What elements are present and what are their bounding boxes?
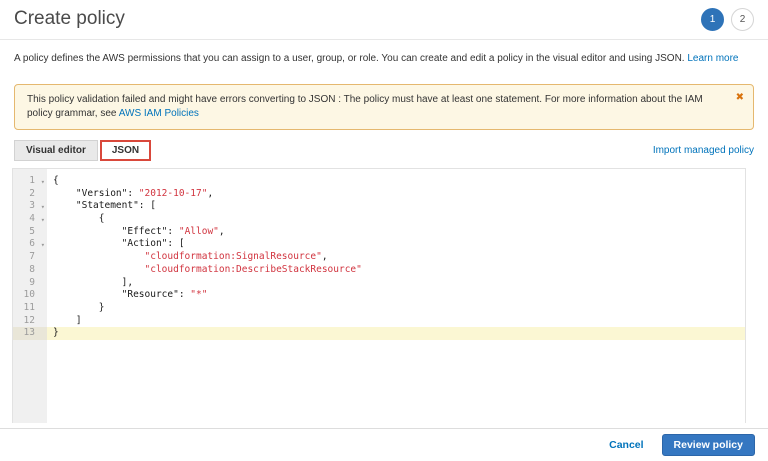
line-number: 3 [29,200,35,211]
step-circle-2: 2 [731,8,754,31]
line-number: 9 [29,277,35,288]
close-icon[interactable]: ✖ [736,91,744,105]
gutter-line-4: 4▾ [13,213,47,226]
gutter-line-13: 13 [13,327,47,340]
tab-json[interactable]: JSON [100,140,151,161]
validation-alert: This policy validation failed and might … [14,84,754,130]
step-circle-1: 1 [701,8,724,31]
gutter-line-5: 5 [13,226,47,239]
gutter-line-3: 3▾ [13,200,47,213]
gutter-line-6: 6▾ [13,238,47,251]
gutter-line-8: 8 [13,264,47,277]
line-number: 5 [29,226,35,237]
footer-bar: Cancel Review policy [0,428,768,461]
code-line-13[interactable]: } [47,327,745,340]
code-line-5[interactable]: "Effect": "Allow", [47,226,745,239]
code-line-6[interactable]: "Action": [ [47,238,745,251]
alert-iam-policies-link[interactable]: AWS IAM Policies [119,108,199,119]
code-line-9[interactable]: ], [47,277,745,290]
page-title: Create policy [14,8,125,29]
gutter-line-2: 2 [13,188,47,201]
step-indicator: 12 [701,8,754,31]
code-line-11[interactable]: } [47,302,745,315]
page-header: Create policy 12 [0,0,768,31]
line-number: 1 [29,175,35,186]
line-number: 2 [29,188,35,199]
line-number: 7 [29,251,35,262]
code-line-1[interactable]: { [47,175,745,188]
line-number: 10 [24,289,35,300]
editor-code[interactable]: { "Version": "2012-10-17", "Statement": … [47,169,745,423]
code-line-2[interactable]: "Version": "2012-10-17", [47,188,745,201]
json-editor[interactable]: 1▾23▾4▾56▾78910111213 { "Version": "2012… [12,168,746,423]
gutter-line-1: 1▾ [13,175,47,188]
code-line-7[interactable]: "cloudformation:SignalResource", [47,251,745,264]
learn-more-link[interactable]: Learn more [687,53,738,64]
gutter-line-12: 12 [13,315,47,328]
code-line-8[interactable]: "cloudformation:DescribeStackResource" [47,264,745,277]
line-number: 12 [24,315,35,326]
import-managed-policy-link[interactable]: Import managed policy [653,145,754,156]
line-number: 6 [29,238,35,249]
review-policy-button[interactable]: Review policy [662,434,755,456]
code-line-12[interactable]: ] [47,315,745,328]
editor-gutter: 1▾23▾4▾56▾78910111213 [13,169,47,423]
line-number: 8 [29,264,35,275]
line-number: 11 [24,302,35,313]
gutter-line-7: 7 [13,251,47,264]
gutter-line-10: 10 [13,289,47,302]
line-number: 4 [29,213,35,224]
editor-toolbar: Visual editorJSON Import managed policy [14,140,754,161]
gutter-line-11: 11 [13,302,47,315]
page-description: A policy defines the AWS permissions tha… [14,53,754,64]
code-line-3[interactable]: "Statement": [ [47,200,745,213]
code-line-10[interactable]: "Resource": "*" [47,289,745,302]
line-number: 13 [24,327,35,338]
header-divider [0,39,768,40]
code-line-4[interactable]: { [47,213,745,226]
description-text: A policy defines the AWS permissions tha… [14,53,685,64]
cancel-button[interactable]: Cancel [609,439,643,451]
gutter-line-9: 9 [13,277,47,290]
editor-tabs: Visual editorJSON [14,140,151,161]
tab-visual-editor[interactable]: Visual editor [14,140,98,161]
